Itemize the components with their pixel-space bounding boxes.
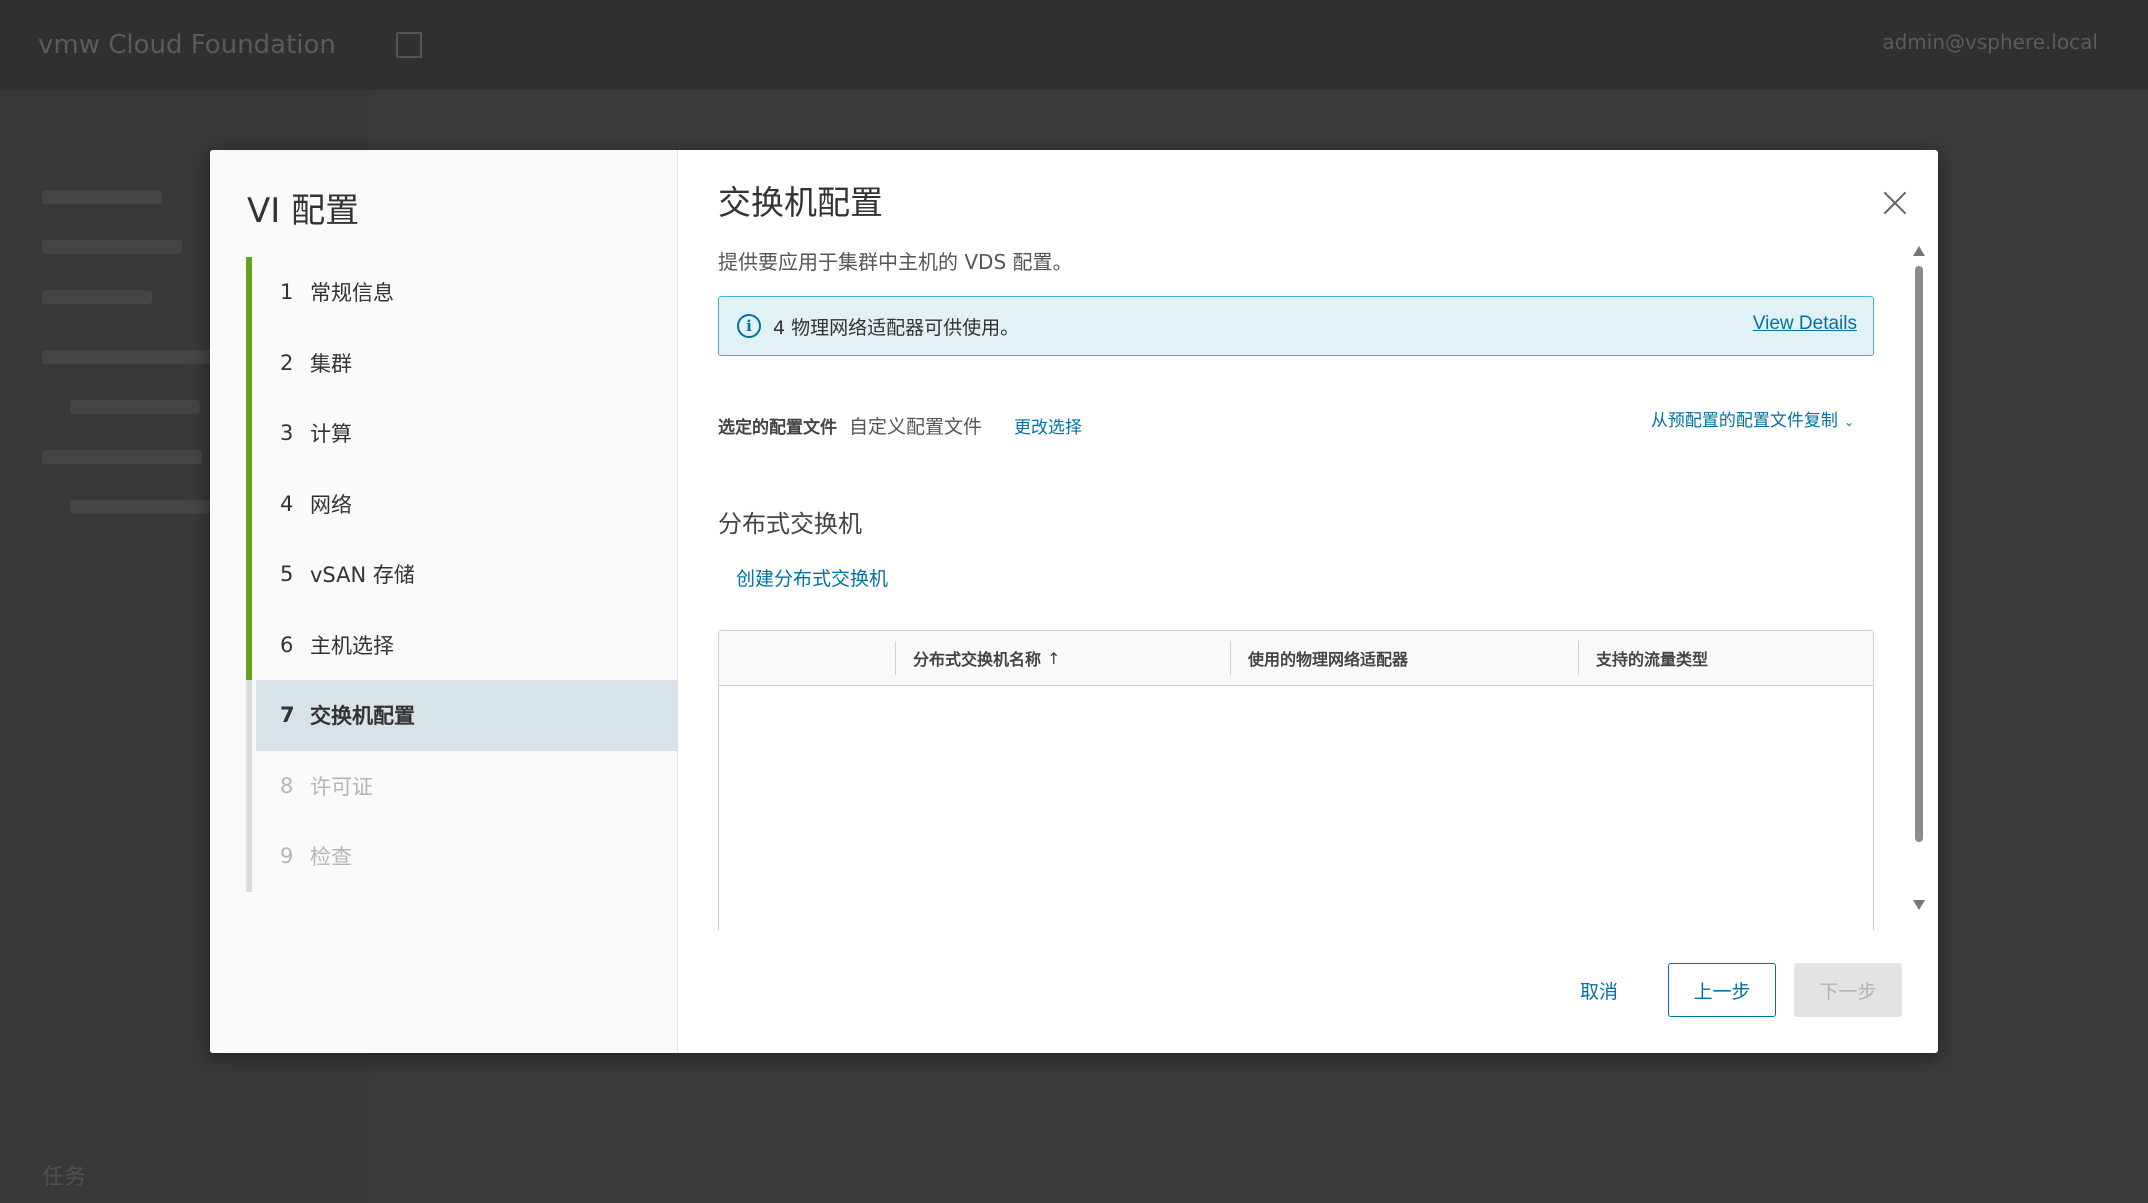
step-number: 5 xyxy=(280,562,294,587)
page-title: 交换机配置 xyxy=(718,183,883,222)
step-label: 网络 xyxy=(310,492,352,517)
step-number: 9 xyxy=(280,844,294,869)
content-scrollbar[interactable] xyxy=(1912,246,1926,910)
column-label: 支持的流量类型 xyxy=(1596,650,1709,669)
view-details-link[interactable]: View Details xyxy=(1753,313,1857,335)
wizard-footer: 取消 上一步 下一步 xyxy=(1580,963,1902,1017)
column-switch-name[interactable]: 分布式交换机名称 ↑ xyxy=(895,631,1230,685)
column-traffic-types[interactable]: 支持的流量类型 xyxy=(1578,631,1873,685)
section-title: 分布式交换机 xyxy=(718,510,862,538)
step-general-info[interactable]: 1 常规信息 xyxy=(246,257,678,328)
step-number: 3 xyxy=(280,421,294,446)
column-physical-nics[interactable]: 使用的物理网络适配器 xyxy=(1230,631,1578,685)
step-label: 交换机配置 xyxy=(310,704,415,729)
scrollbar-thumb[interactable] xyxy=(1915,266,1923,842)
copy-from-profile-label: 从预配置的配置文件复制 xyxy=(1650,411,1838,431)
vi-config-wizard: VI 配置 1 常规信息 2 集群 3 计算 4 网络 5 vSAN 存储 6 … xyxy=(210,150,1938,1053)
grid-header: 分布式交换机名称 ↑ 使用的物理网络适配器 支持的流量类型 xyxy=(719,631,1873,686)
scroll-down-arrow-icon[interactable] xyxy=(1913,900,1925,910)
info-banner: i 4 物理网络适配器可供使用。 View Details xyxy=(718,296,1874,356)
cancel-button[interactable]: 取消 xyxy=(1580,977,1618,1004)
sort-ascending-icon: ↑ xyxy=(1047,648,1061,668)
step-review: 9 检查 xyxy=(246,821,678,892)
page-description: 提供要应用于集群中主机的 VDS 配置。 xyxy=(718,250,1073,274)
wizard-sidebar: VI 配置 1 常规信息 2 集群 3 计算 4 网络 5 vSAN 存储 6 … xyxy=(210,150,678,1053)
wizard-steps: 1 常规信息 2 集群 3 计算 4 网络 5 vSAN 存储 6 主机选择 7… xyxy=(246,257,678,892)
close-icon[interactable] xyxy=(1882,190,1908,216)
user-menu: admin@vsphere.local xyxy=(1882,30,2098,54)
step-switch-config[interactable]: 7 交换机配置 xyxy=(246,680,678,751)
step-label: 集群 xyxy=(310,351,352,376)
step-number: 1 xyxy=(280,280,294,305)
grid-select-column xyxy=(719,631,895,685)
back-button[interactable]: 上一步 xyxy=(1668,963,1776,1017)
app-header: vmw Cloud Foundation admin@vsphere.local xyxy=(0,0,2148,90)
step-label: 计算 xyxy=(310,422,352,447)
tasks-label: 任务 xyxy=(42,1165,87,1190)
chevron-down-icon: ⌄ xyxy=(1843,415,1854,429)
step-label: 许可证 xyxy=(310,774,373,799)
wizard-content: 交换机配置 提供要应用于集群中主机的 VDS 配置。 i 4 物理网络适配器可供… xyxy=(678,150,1938,1053)
step-host-selection[interactable]: 6 主机选择 xyxy=(246,609,678,681)
step-vsan-storage[interactable]: 5 vSAN 存储 xyxy=(246,539,678,610)
wizard-title: VI 配置 xyxy=(247,191,360,231)
step-label: vSAN 存储 xyxy=(310,563,415,588)
profile-label: 选定的配置文件 xyxy=(718,418,837,438)
step-cluster[interactable]: 2 集群 xyxy=(246,327,678,399)
step-label: 检查 xyxy=(310,845,352,870)
home-icon xyxy=(395,32,422,58)
create-distributed-switch-link[interactable]: 创建分布式交换机 xyxy=(736,564,888,591)
column-label: 分布式交换机名称 xyxy=(913,650,1042,669)
step-number: 4 xyxy=(280,491,294,516)
info-text: 4 物理网络适配器可供使用。 xyxy=(773,316,1020,339)
copy-from-profile-dropdown[interactable]: 从预配置的配置文件复制 ⌄ xyxy=(1651,406,1854,431)
distributed-switch-grid: 分布式交换机名称 ↑ 使用的物理网络适配器 支持的流量类型 xyxy=(718,630,1874,930)
app-title: vmw Cloud Foundation xyxy=(38,30,336,60)
step-compute[interactable]: 3 计算 xyxy=(246,398,678,469)
step-license: 8 许可证 xyxy=(246,750,678,822)
step-number: 7 xyxy=(280,703,295,728)
change-selection-link[interactable]: 更改选择 xyxy=(1014,413,1082,438)
profile-value: 自定义配置文件 xyxy=(849,416,983,438)
step-number: 2 xyxy=(280,350,294,375)
step-number: 6 xyxy=(280,632,294,657)
profile-row: 选定的配置文件 自定义配置文件 更改选择 从预配置的配置文件复制 ⌄ xyxy=(718,411,1874,439)
column-label: 使用的物理网络适配器 xyxy=(1248,650,1409,669)
step-number: 8 xyxy=(280,773,294,798)
scroll-up-arrow-icon[interactable] xyxy=(1913,246,1925,256)
info-icon: i xyxy=(737,314,761,338)
step-label: 主机选择 xyxy=(310,633,394,658)
step-label: 常规信息 xyxy=(310,281,394,306)
content-scroll-area: 提供要应用于集群中主机的 VDS 配置。 i 4 物理网络适配器可供使用。 Vi… xyxy=(718,246,1882,1053)
next-button: 下一步 xyxy=(1794,963,1902,1017)
step-network[interactable]: 4 网络 xyxy=(246,468,678,540)
